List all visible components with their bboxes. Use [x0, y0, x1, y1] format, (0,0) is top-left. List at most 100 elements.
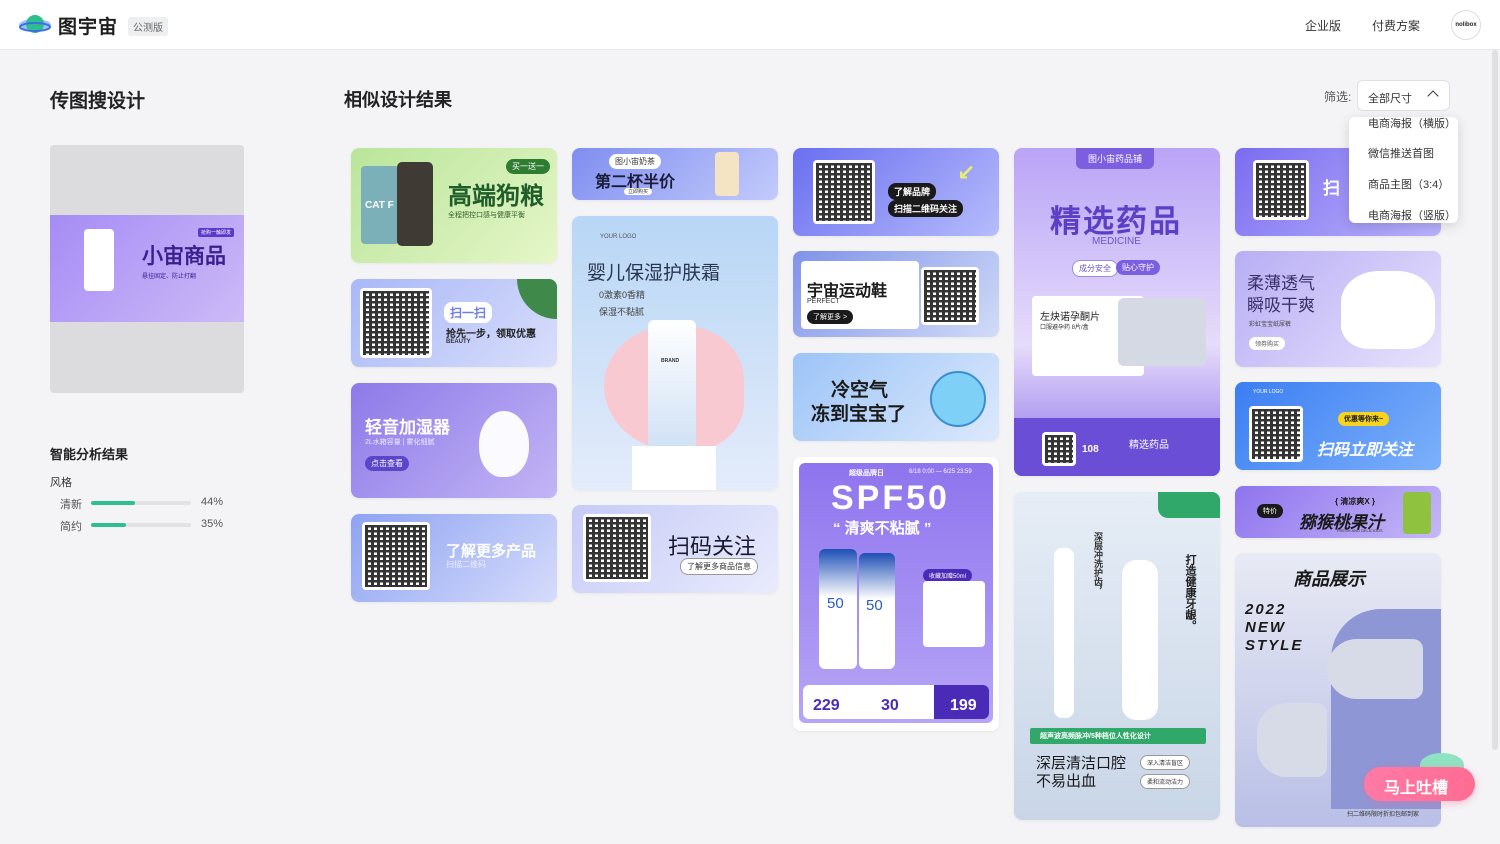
preview-headline: 小宙商品 [142, 245, 226, 268]
card-button: 了解品牌 [888, 183, 937, 200]
size-filter-select[interactable]: 全部尺寸 [1357, 80, 1450, 111]
product-image [1341, 271, 1435, 349]
product-image [1122, 560, 1158, 720]
product-image [715, 152, 739, 196]
filter-option[interactable]: 微信推送首图 [1368, 145, 1434, 161]
gift-image [923, 581, 985, 647]
card-title: 冻到宝宝了 [811, 404, 907, 425]
card-en: PERFECT [807, 298, 840, 305]
design-card[interactable]: 深层冲洗护齿， 打造健康牙龈。 超声波高频脉冲/5种档位人性化设计 深层清洁口腔… [1014, 492, 1220, 820]
filter-option[interactable]: 商品主图（3:4） [1368, 176, 1449, 192]
style-label: 风格 [50, 477, 72, 489]
filter-option[interactable]: 电商海报（竖版） [1368, 207, 1456, 223]
card-logo: YOUR LOGO [600, 234, 637, 240]
nav-enterprise-link[interactable]: 企业版 [1305, 17, 1341, 34]
app-name[interactable]: 图宇宙 [58, 12, 118, 39]
product-image [397, 162, 433, 246]
design-card[interactable]: 扫码关注 了解更多商品信息 [572, 505, 778, 593]
card-title: SPF50 [831, 479, 950, 517]
avatar[interactable]: nolibox [1451, 10, 1481, 40]
bottle-label: 50 [827, 595, 844, 612]
card-feature: 0激素0香精 [599, 290, 646, 300]
planet-logo-icon[interactable] [18, 12, 52, 38]
card-title: 不易出血 [1036, 773, 1097, 790]
card-title: 精选药品 [1050, 204, 1182, 239]
design-card[interactable]: 图小宙药品铺 精选药品 MEDICINE 成分安全 贴心守护 左炔诺孕酮片 口服… [1014, 148, 1220, 476]
card-sub: 打造健康牙龈。 [1184, 554, 1196, 631]
card-button: 领券购买 [1249, 337, 1286, 350]
card-button: 了解更多 > [807, 310, 854, 324]
leaf-decoration [517, 279, 557, 319]
qr-code [1249, 406, 1303, 462]
chevron-up-icon [1427, 90, 1439, 102]
style-name: 简约 [60, 521, 82, 533]
design-card[interactable]: 了解品牌 扫描二维码关注 ↙ [793, 148, 999, 236]
product-image [1054, 548, 1074, 718]
design-card[interactable]: 扫一扫 抢先一步，领取优惠 BEAUTY [351, 279, 557, 367]
uploaded-image-preview[interactable]: 抢购一触即发 小宙商品 悬挂固定、防止打翻 [50, 145, 244, 393]
card-year: 2022 [1245, 601, 1287, 618]
card-sub: 2L水箱容量 | 雾化细腻 [365, 439, 435, 446]
card-tag: 深入清洁盲区 [1140, 755, 1191, 770]
card-tag: 贴心守护 [1116, 260, 1160, 275]
filter-option[interactable]: 电商海报（横版） [1368, 117, 1456, 131]
card-logo: YOUR LOGO [1253, 389, 1284, 395]
preview-tag: 抢购一触即发 [198, 228, 235, 237]
card-title: 婴儿保湿护肤霜 [587, 263, 721, 284]
design-card[interactable]: CAT F 买一送一 高端狗粮 全程把控口感与健康平衡 [351, 148, 557, 263]
card-sub: “ 清爽不粘腻 ” [833, 520, 932, 537]
design-card[interactable]: 轻音加湿器 2L水箱容量 | 雾化细腻 点击查看 [351, 383, 557, 498]
price-value: 30 [881, 697, 899, 714]
product-image [1257, 703, 1327, 777]
feedback-button[interactable]: 马上吐槽 [1364, 767, 1475, 801]
card-tag: 超级品牌日 [849, 470, 884, 477]
drug-dose: 口服避孕药 8片/盒 [1040, 325, 1089, 331]
product-image [479, 411, 529, 477]
card-button: 扫描二维码关注 [888, 200, 964, 217]
card-title: 扫码关注 [668, 534, 757, 559]
price-value: 108 [1082, 444, 1099, 455]
card-sub: 抢先一步，领取优惠 [446, 329, 536, 340]
style-percent: 35% [201, 518, 224, 530]
design-card[interactable]: YOUR LOGO 婴儿保湿护肤霜 0激素0香精 保湿不黏腻 BRAND [572, 216, 778, 490]
card-title: 冷空气 [831, 380, 889, 401]
design-card[interactable]: YOUR LOGO 优惠等你来~ 扫码立即关注 [1235, 382, 1441, 470]
pedestal [632, 446, 716, 490]
qr-code [360, 288, 432, 358]
qr-code [1253, 160, 1309, 220]
product-brand: BRAND [661, 358, 680, 364]
bottle-label: 50 [866, 597, 883, 614]
card-title: 瞬吸干爽 [1247, 296, 1315, 315]
arrow-icon: ↙ [957, 160, 976, 185]
qr-code [583, 514, 651, 582]
beta-badge: 公测版 [128, 17, 168, 36]
card-band-text: 超声波高频脉冲/5种档位人性化设计 [1040, 733, 1151, 740]
nav-pricing-link[interactable]: 付费方案 [1372, 17, 1420, 34]
preview-banner: 抢购一触即发 小宙商品 悬挂固定、防止打翻 [50, 215, 244, 322]
card-sub: 深层冲洗护齿， [1093, 532, 1103, 595]
blister-pack [1118, 298, 1206, 366]
design-card[interactable]: 图小宙奶茶 第二杯半价 立即购买 [572, 148, 778, 200]
top-bar: 图宇宙 公测版 企业版 付费方案 nolibox [0, 0, 1500, 50]
style-row: 简约 35% [60, 518, 240, 533]
filter-label: 筛选: [1324, 90, 1352, 104]
style-name: 清新 [60, 499, 82, 511]
scrollbar[interactable] [1492, 50, 1498, 750]
preview-sub: 悬挂固定、防止打翻 [142, 274, 197, 280]
design-card[interactable]: 特价 { 清凉爽X } 猕猴桃果汁 FRESH AND DELICIOUS [1235, 486, 1441, 538]
filter-value: 全部尺寸 [1368, 93, 1412, 105]
design-card[interactable]: 了解更多产品 扫描二维码 [351, 514, 557, 602]
feedback-label: 马上吐槽 [1384, 780, 1449, 797]
design-card[interactable]: 冷空气 冻到宝宝了 [793, 353, 999, 441]
card-title: 扫一扫 [444, 302, 493, 323]
design-card[interactable]: 超级品牌日 6/18 0:00 — 6/25 23:59 SPF50 “ 清爽不… [793, 457, 999, 731]
product-image [84, 229, 114, 291]
card-title: 了解更多产品 [446, 543, 537, 560]
design-card[interactable]: 柔薄透气 瞬吸干爽 彩虹宝宝纸尿裤 领券购买 [1235, 251, 1441, 367]
card-title: 轻音加湿器 [365, 418, 450, 437]
card-sub: 彩虹宝宝纸尿裤 [1249, 322, 1292, 328]
design-card[interactable]: 宇宙运动鞋 PERFECT 了解更多 > [793, 251, 999, 337]
card-tag: 优惠等你来~ [1338, 412, 1390, 426]
style-bar [91, 523, 191, 527]
price-value: 229 [813, 697, 840, 714]
